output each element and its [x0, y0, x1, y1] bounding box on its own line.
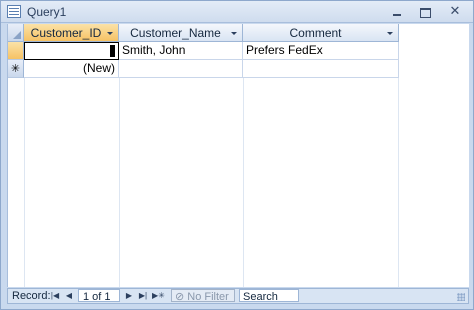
comment-cell[interactable]: Prefers FedEx	[243, 42, 399, 60]
row-selector[interactable]	[8, 42, 24, 60]
window-title: Query1	[27, 5, 67, 19]
column-header-customer-name[interactable]: Customer_Name	[119, 24, 243, 42]
last-record-icon[interactable]: ▶|	[138, 289, 148, 303]
new-customer-id-cell[interactable]: (New)	[24, 60, 119, 78]
customer-id-cell[interactable]	[24, 42, 119, 60]
maximize-button[interactable]	[415, 4, 435, 19]
text-cursor	[110, 45, 115, 57]
next-record-icon[interactable]: ▶	[124, 289, 134, 303]
filter-status-button[interactable]: ⊘ No Filter	[171, 289, 235, 303]
record-label: Record:	[12, 290, 51, 302]
column-header-label: Comment	[289, 26, 342, 40]
new-record-icon[interactable]: ▶✳	[152, 289, 165, 303]
chevron-down-icon[interactable]	[387, 32, 393, 35]
customer-name-cell[interactable]: Smith, John	[119, 42, 243, 60]
select-all-button[interactable]	[8, 24, 24, 42]
filter-label: No Filter	[187, 291, 229, 303]
first-record-icon[interactable]: |◀	[50, 289, 60, 303]
column-header-comment[interactable]: Comment	[243, 24, 399, 42]
minimize-button[interactable]	[387, 4, 407, 19]
record-navigation-bar: Record: |◀ ◀ 1 of 1 ▶ ▶| ▶✳ ⊘ No Filter …	[7, 288, 469, 304]
column-header-label: Customer_Name	[130, 26, 221, 40]
no-filter-icon: ⊘	[175, 291, 185, 303]
chevron-down-icon[interactable]	[107, 32, 113, 35]
title-bar[interactable]: Query1 ✕	[1, 1, 473, 23]
resize-grip-icon[interactable]	[457, 293, 465, 301]
chevron-down-icon[interactable]	[231, 32, 237, 35]
search-input[interactable]: Search	[239, 289, 299, 303]
column-header-customer-id[interactable]: Customer_ID	[24, 24, 119, 42]
grid-line	[119, 78, 120, 287]
datasheet-grid[interactable]: Customer_ID Customer_Name Comment Smith,…	[7, 24, 469, 287]
grid-line	[398, 78, 399, 287]
new-customer-name-cell[interactable]	[119, 60, 243, 78]
grid-line	[243, 78, 244, 287]
grid-line	[24, 78, 25, 287]
current-record-field[interactable]: 1 of 1	[78, 289, 120, 303]
new-comment-cell[interactable]	[243, 60, 399, 78]
query-icon	[7, 5, 21, 18]
close-button[interactable]: ✕	[445, 4, 465, 19]
column-header-label: Customer_ID	[30, 26, 102, 40]
new-record-selector[interactable]: ✳	[8, 60, 24, 78]
query-window: Query1 ✕ Customer_ID Customer_Name Comme…	[0, 0, 474, 310]
previous-record-icon[interactable]: ◀	[64, 289, 74, 303]
